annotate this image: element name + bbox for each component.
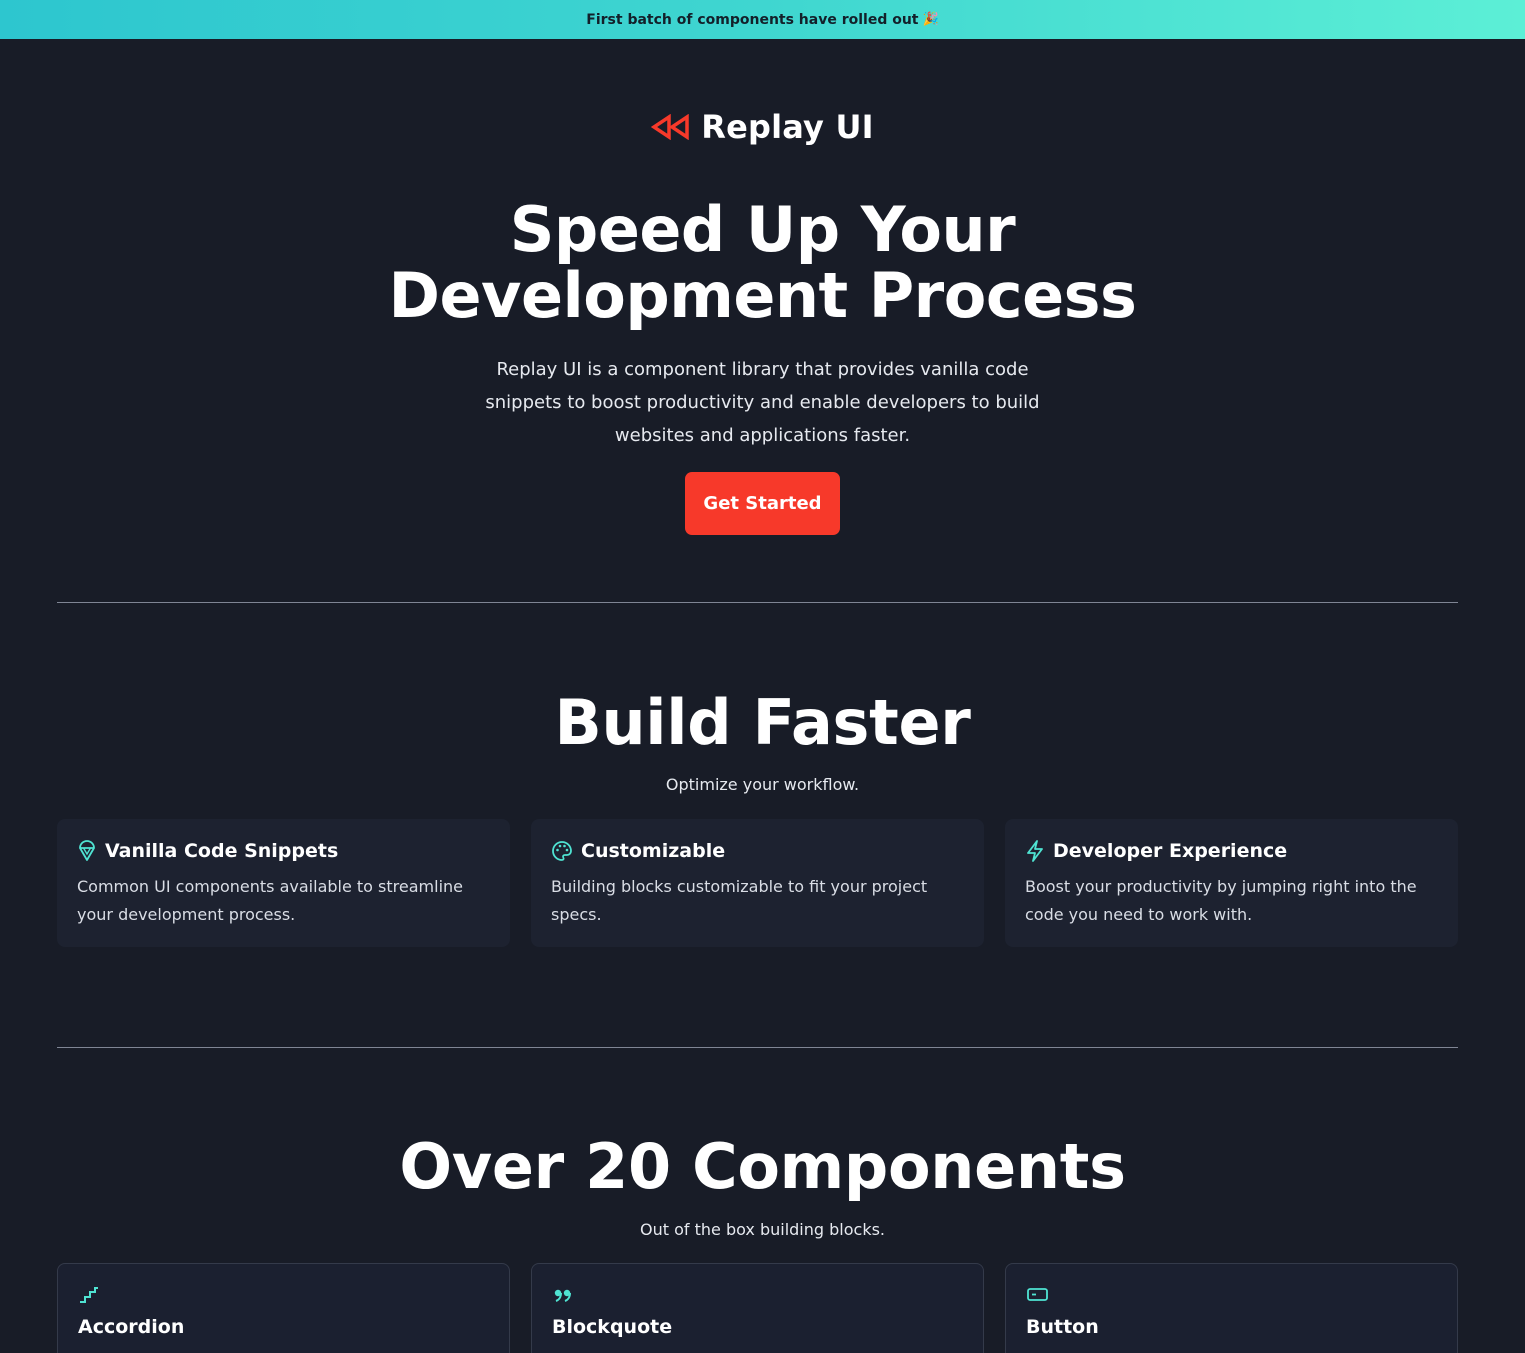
rewind-icon [651, 114, 689, 140]
feature-card: Developer Experience Boost your producti… [1005, 819, 1458, 947]
button-icon [1027, 1288, 1048, 1301]
feature-list: Vanilla Code Snippets Common UI componen… [57, 819, 1458, 947]
feature-card: Customizable Building blocks customizabl… [531, 819, 984, 947]
component-list: Accordion Blockquote Button [57, 1263, 1458, 1353]
build-faster-title: Build Faster [554, 686, 971, 759]
feature-title: Developer Experience [1053, 840, 1288, 862]
lightning-icon [1027, 840, 1043, 862]
section-divider [57, 602, 1458, 603]
feature-card: Vanilla Code Snippets Common UI componen… [57, 819, 510, 947]
feature-title: Vanilla Code Snippets [105, 840, 339, 862]
component-card-blockquote[interactable]: Blockquote [531, 1263, 984, 1353]
components-subtitle: Out of the box building blocks. [640, 1220, 885, 1239]
hero-title-line-2: Development Process [388, 259, 1137, 332]
hero-title: Speed Up Your Development Process [0, 197, 1525, 329]
palette-icon [552, 841, 572, 861]
announcement-banner[interactable]: First batch of components have rolled ou… [0, 0, 1525, 39]
landing-page: First batch of components have rolled ou… [0, 0, 1525, 1353]
section-divider [57, 1047, 1458, 1048]
party-popper-icon: 🎉 [922, 12, 939, 27]
hero-title-line-1: Speed Up Your [509, 193, 1016, 266]
component-card-accordion[interactable]: Accordion [57, 1263, 510, 1353]
components-title: Over 20 Components [399, 1130, 1126, 1203]
feature-title: Customizable [581, 840, 726, 862]
component-title: Blockquote [552, 1316, 673, 1338]
component-card-button[interactable]: Button [1005, 1263, 1458, 1353]
component-title: Button [1026, 1316, 1099, 1338]
brand-name: Replay UI [701, 108, 874, 146]
banner-text: First batch of components have rolled ou… [586, 11, 919, 28]
ice-cream-icon [79, 840, 95, 861]
feature-description: Common UI components available to stream… [77, 877, 463, 924]
quote-icon [554, 1289, 571, 1302]
brand-logo[interactable]: Replay UI [0, 107, 1525, 147]
feature-description: Building blocks customizable to fit your… [551, 877, 928, 924]
hero-subtitle: Replay UI is a component library that pr… [485, 359, 1040, 446]
component-title: Accordion [78, 1316, 185, 1338]
feature-description: Boost your productivity by jumping right… [1025, 877, 1417, 924]
stairs-icon [80, 1287, 98, 1303]
build-faster-subtitle: Optimize your workflow. [665, 775, 860, 794]
get-started-button[interactable]: Get Started [685, 472, 840, 535]
